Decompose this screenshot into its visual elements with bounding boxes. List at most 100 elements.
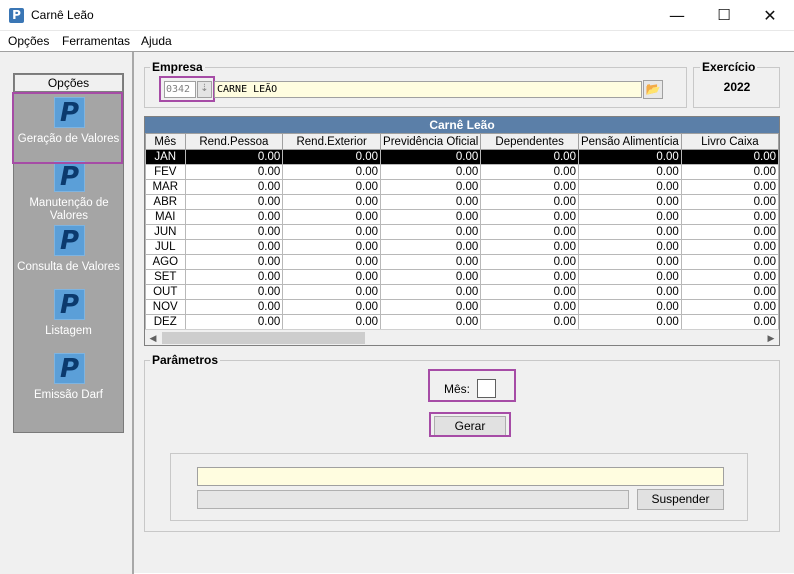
maximize-button[interactable]: ☐ [701,0,747,31]
value-cell[interactable]: 0.00 [480,209,579,225]
table-row[interactable]: AGO 0.00 0.00 0.00 0.00 0.00 0.00 [145,254,779,270]
col-header-mes[interactable]: Mês [145,133,186,150]
value-cell[interactable]: 0.00 [184,209,284,225]
value-cell[interactable]: 0.00 [380,284,482,300]
value-cell[interactable]: 0.00 [380,314,482,330]
value-cell[interactable]: 0.00 [577,194,682,210]
value-cell[interactable]: 0.00 [480,284,579,300]
table-row[interactable]: MAI 0.00 0.00 0.00 0.00 0.00 0.00 [145,209,779,225]
value-cell[interactable]: 0.00 [380,239,482,255]
value-cell[interactable]: 0.00 [380,194,482,210]
value-cell[interactable]: 0.00 [480,239,579,255]
value-cell[interactable]: 0.00 [577,269,682,285]
carne-leao-grid[interactable]: Carnê Leão Mês Rend.Pessoa Rend.Exterior… [144,116,780,346]
value-cell[interactable]: 0.00 [577,164,682,180]
month-cell[interactable]: MAI [145,209,186,225]
month-cell[interactable]: AGO [145,254,186,270]
value-cell[interactable]: 0.00 [480,224,579,240]
value-cell[interactable]: 0.00 [380,179,482,195]
value-cell[interactable]: 0.00 [184,284,284,300]
value-cell[interactable]: 0.00 [380,269,482,285]
month-cell[interactable]: FEV [145,164,186,180]
menu-ferramentas[interactable]: Ferramentas [62,34,130,48]
value-cell[interactable]: 0.00 [680,269,779,285]
open-folder-icon[interactable]: 📂 [643,80,663,99]
value-cell[interactable]: 0.00 [480,149,579,165]
value-cell[interactable]: 0.00 [184,224,284,240]
month-cell[interactable]: SET [145,269,186,285]
option-emissao-darf[interactable]: P Emissão Darf [14,349,123,415]
value-cell[interactable]: 0.00 [680,299,779,315]
value-cell[interactable]: 0.00 [480,179,579,195]
value-cell[interactable]: 0.00 [282,284,382,300]
value-cell[interactable]: 0.00 [577,254,682,270]
col-header-livro-caixa[interactable]: Livro Caixa [680,133,779,150]
table-row[interactable]: JUL 0.00 0.00 0.00 0.00 0.00 0.00 [145,239,779,255]
scroll-thumb[interactable] [162,332,365,344]
month-cell[interactable]: JUL [145,239,186,255]
table-row[interactable]: OUT 0.00 0.00 0.00 0.00 0.00 0.00 [145,284,779,300]
col-header-rend-pessoa[interactable]: Rend.Pessoa [184,133,284,150]
value-cell[interactable]: 0.00 [680,194,779,210]
value-cell[interactable]: 0.00 [480,164,579,180]
option-manutencao-de-valores[interactable]: P Manutenção de Valores [14,157,123,223]
value-cell[interactable]: 0.00 [282,224,382,240]
suspender-button[interactable]: Suspender [637,489,724,510]
value-cell[interactable]: 0.00 [680,254,779,270]
value-cell[interactable]: 0.00 [184,179,284,195]
value-cell[interactable]: 0.00 [184,194,284,210]
value-cell[interactable]: 0.00 [282,209,382,225]
value-cell[interactable]: 0.00 [380,209,482,225]
value-cell[interactable]: 0.00 [680,164,779,180]
value-cell[interactable]: 0.00 [577,239,682,255]
table-row[interactable]: FEV 0.00 0.00 0.00 0.00 0.00 0.00 [145,164,779,180]
value-cell[interactable]: 0.00 [282,239,382,255]
value-cell[interactable]: 0.00 [577,284,682,300]
scroll-right-icon[interactable]: ▶ [763,331,779,345]
menu-ajuda[interactable]: Ajuda [141,34,172,48]
option-consulta-de-valores[interactable]: P Consulta de Valores [14,221,123,287]
value-cell[interactable]: 0.00 [184,239,284,255]
value-cell[interactable]: 0.00 [680,209,779,225]
option-listagem[interactable]: P Listagem [14,285,123,351]
value-cell[interactable]: 0.00 [380,224,482,240]
value-cell[interactable]: 0.00 [380,164,482,180]
value-cell[interactable]: 0.00 [184,299,284,315]
month-cell[interactable]: JUN [145,224,186,240]
value-cell[interactable]: 0.00 [680,284,779,300]
value-cell[interactable]: 0.00 [184,164,284,180]
value-cell[interactable]: 0.00 [480,254,579,270]
value-cell[interactable]: 0.00 [680,149,779,165]
table-row[interactable]: MAR 0.00 0.00 0.00 0.00 0.00 0.00 [145,179,779,195]
table-row[interactable]: JUN 0.00 0.00 0.00 0.00 0.00 0.00 [145,224,779,240]
col-header-rend-exterior[interactable]: Rend.Exterior [282,133,382,150]
table-row[interactable]: ABR 0.00 0.00 0.00 0.00 0.00 0.00 [145,194,779,210]
value-cell[interactable]: 0.00 [480,299,579,315]
value-cell[interactable]: 0.00 [380,254,482,270]
value-cell[interactable]: 0.00 [680,239,779,255]
month-cell[interactable]: ABR [145,194,186,210]
value-cell[interactable]: 0.00 [282,299,382,315]
values-table[interactable]: Mês Rend.Pessoa Rend.Exterior Previdênci… [145,133,779,330]
value-cell[interactable]: 0.00 [577,299,682,315]
value-cell[interactable]: 0.00 [184,149,284,165]
value-cell[interactable]: 0.00 [184,254,284,270]
empresa-name-field[interactable]: CARNE LEÃO [214,81,642,98]
scroll-left-icon[interactable]: ◀ [145,331,161,345]
value-cell[interactable]: 0.00 [480,269,579,285]
value-cell[interactable]: 0.00 [577,149,682,165]
month-cell[interactable]: MAR [145,179,186,195]
value-cell[interactable]: 0.00 [282,314,382,330]
value-cell[interactable]: 0.00 [282,254,382,270]
value-cell[interactable]: 0.00 [184,269,284,285]
value-cell[interactable]: 0.00 [282,149,382,165]
value-cell[interactable]: 0.00 [380,299,482,315]
value-cell[interactable]: 0.00 [480,314,579,330]
col-header-previdencia[interactable]: Previdência Oficial [380,133,482,150]
menu-opcoes[interactable]: Opções [8,34,49,48]
month-cell[interactable]: JAN [145,149,186,165]
value-cell[interactable]: 0.00 [380,149,482,165]
value-cell[interactable]: 0.00 [577,224,682,240]
value-cell[interactable]: 0.00 [282,179,382,195]
value-cell[interactable]: 0.00 [680,224,779,240]
